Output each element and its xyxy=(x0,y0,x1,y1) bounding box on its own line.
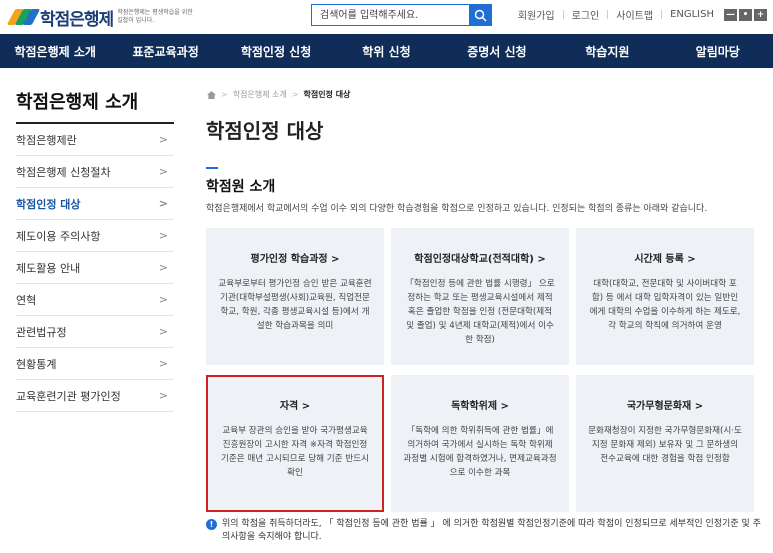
notice-text: 위의 학점을 취득하더라도, 「 학점인정 등에 관한 법률 」 에 의거한 학… xyxy=(222,519,761,542)
side-nav-item-label: 학점인정 대상 xyxy=(16,197,81,211)
chevron-right-icon: > xyxy=(158,357,168,370)
side-nav-item-regulations[interactable]: 관련법규정 > xyxy=(16,316,174,348)
divider xyxy=(607,10,609,19)
card-title: 평가인정 학습과정 > xyxy=(250,254,340,265)
home-icon[interactable] xyxy=(207,90,216,99)
section-description: 학점은행제에서 학교에서의 수업 이수 외의 다양한 학습경험을 학점으로 인정… xyxy=(206,204,708,214)
search-box xyxy=(311,4,492,26)
side-nav-item-cautions[interactable]: 제도이용 주의사항 > xyxy=(16,220,174,252)
card-evaluated-course[interactable]: 평가인정 학습과정 > 교육부로부터 평가인정 승인 받은 교육훈련기관(대학부… xyxy=(206,228,384,365)
side-navigation: 학점은행제 소개 학점은행제란 > 학점은행제 신청절차 > 학점인정 대상 > 제도… xyxy=(16,88,174,412)
card-body: 교육부 장관의 승인을 받아 국가평생교육진흥원장이 고시한 자격 ※자격 학점… xyxy=(220,426,370,478)
card-part-time-registration[interactable]: 시간제 등록 > 대학(대학교, 전문대학 및 사이버대학 포함) 등 에서 대… xyxy=(576,228,754,365)
nav-item-learning-support[interactable]: 학습지원 xyxy=(552,34,662,68)
side-nav-item-label: 학점은행제 신청절차 xyxy=(16,165,111,179)
main-navigation: 학점은행제 소개 표준교육과정 학점인정 신청 학위 신청 증명서 신청 학습지… xyxy=(0,34,773,68)
site-logo[interactable]: 학점은행제 학점은행제는 평생학습을 위한 길잡이 입니다. xyxy=(6,5,199,30)
search-button[interactable] xyxy=(469,5,491,25)
divider xyxy=(562,10,564,19)
breadcrumb-item[interactable]: 학점은행제 소개 xyxy=(233,89,287,100)
card-title: 시간제 등록 > xyxy=(634,254,696,265)
chevron-right-icon: > xyxy=(158,261,168,274)
font-size-controls: — • + xyxy=(722,8,767,21)
side-nav-item-label: 학점은행제란 xyxy=(16,133,77,147)
font-decrease-button[interactable]: — xyxy=(724,8,737,21)
side-nav-item-procedure[interactable]: 학점은행제 신청절차 > xyxy=(16,156,174,188)
side-nav-item-label: 제도활용 안내 xyxy=(16,261,81,275)
card-body: 대학(대학교, 전문대학 및 사이버대학 포함) 등 에서 대학 입학자격이 있… xyxy=(589,279,741,331)
chevron-right-icon: > xyxy=(291,90,299,99)
search-icon xyxy=(474,9,487,22)
card-previous-school[interactable]: 학점인정대상학교(전적대학) > 「학점인정 등에 관한 법률 시행령」 으로 … xyxy=(391,228,569,365)
font-reset-button[interactable]: • xyxy=(739,8,752,21)
section-title: 학점원 소개 xyxy=(206,179,276,195)
side-nav-item-label: 교육훈련기관 평가인정 xyxy=(16,389,121,403)
login-link[interactable]: 로그인 xyxy=(572,7,600,22)
side-nav-item-history[interactable]: 연혁 > xyxy=(16,284,174,316)
divider xyxy=(661,10,663,19)
nav-item-notices[interactable]: 알림마당 xyxy=(663,34,773,68)
card-certificate[interactable]: 자격 > 교육부 장관의 승인을 받아 국가평생교육진흥원장이 고시한 자격 ※… xyxy=(206,375,384,512)
side-nav-item-label: 제도이용 주의사항 xyxy=(16,229,101,243)
signup-link[interactable]: 회원가입 xyxy=(518,7,555,22)
side-nav-item-usage-guide[interactable]: 제도활용 안내 > xyxy=(16,252,174,284)
breadcrumb-current: 학점인정 대상 xyxy=(303,90,351,99)
nav-item-standard-curriculum[interactable]: 표준교육과정 xyxy=(110,34,220,68)
card-title: 독학학위제 > xyxy=(451,401,509,412)
chevron-right-icon: > xyxy=(158,229,168,242)
chevron-right-icon: > xyxy=(221,90,228,99)
page-title: 학점인정 대상 xyxy=(206,119,324,143)
side-nav-item-credit-target[interactable]: 학점인정 대상 > xyxy=(16,188,174,220)
side-nav-item-statistics[interactable]: 현황통계 > xyxy=(16,348,174,380)
nav-item-credit-application[interactable]: 학점인정 신청 xyxy=(221,34,331,68)
card-body: 문화재청장이 지정한 국가무형문화재(시·도지정 문화재 제외) 보유자 및 그… xyxy=(588,426,742,464)
sitemap-link[interactable]: 사이트맵 xyxy=(616,7,653,22)
nav-item-certificate[interactable]: 증명서 신청 xyxy=(442,34,552,68)
logo-mark-icon xyxy=(6,8,41,26)
card-title: 학점인정대상학교(전적대학) > xyxy=(414,254,546,265)
card-self-study-degree[interactable]: 독학학위제 > 「독학에 의한 학위취득에 관한 법률」에 의거하여 국가에서 … xyxy=(391,375,569,512)
chevron-right-icon: > xyxy=(158,165,168,178)
card-body: 「학점인정 등에 관한 법률 시행령」 으로 정하는 학교 또는 평생교육시설에… xyxy=(405,279,555,345)
side-nav-item-label: 연혁 xyxy=(16,293,37,307)
chevron-right-icon: > xyxy=(158,325,168,338)
chevron-right-icon: > xyxy=(158,133,168,146)
nav-item-degree-application[interactable]: 학위 신청 xyxy=(331,34,441,68)
info-icon: ! xyxy=(206,519,217,530)
utility-menu: 회원가입 로그인 사이트맵 ENGLISH — • + xyxy=(518,7,767,22)
chevron-right-icon: > xyxy=(158,197,168,210)
top-bar: 학점은행제 학점은행제는 평생학습을 위한 길잡이 입니다. 회원가입 로그인 … xyxy=(0,0,773,34)
chevron-right-icon: > xyxy=(158,293,168,306)
chevron-right-icon: > xyxy=(158,389,168,402)
card-title: 자격 > xyxy=(279,401,311,412)
card-body: 교육부로부터 평가인정 승인 받은 교육훈련기관(대학부설평생(사회)교육원, … xyxy=(218,279,372,331)
logo-subtitle: 학점은행제는 평생학습을 위한 길잡이 입니다. xyxy=(117,9,193,24)
breadcrumb: > 학점은행제 소개 > 학점인정 대상 xyxy=(207,89,350,100)
side-nav-item-label: 현황통계 xyxy=(16,357,57,371)
side-nav-title: 학점은행제 소개 xyxy=(16,88,174,124)
card-intangible-heritage[interactable]: 국가무형문화재 > 문화재청장이 지정한 국가무형문화재(시·도지정 문화재 제… xyxy=(576,375,754,512)
side-nav-item-institution-evaluation[interactable]: 교육훈련기관 평가인정 > xyxy=(16,380,174,412)
font-increase-button[interactable]: + xyxy=(754,8,767,21)
nav-item-intro[interactable]: 학점은행제 소개 xyxy=(0,34,110,68)
logo-text: 학점은행제 xyxy=(40,9,114,30)
card-body: 「독학에 의한 학위취득에 관한 법률」에 의거하여 국가에서 실시하는 독학 … xyxy=(403,426,557,478)
card-title: 국가무형문화재 > xyxy=(626,401,704,412)
english-link[interactable]: ENGLISH xyxy=(670,9,714,20)
section-accent-bar xyxy=(206,167,218,169)
notice: ! 위의 학점을 취득하더라도, 「 학점인정 등에 관한 법률 」 에 의거한… xyxy=(206,518,766,544)
side-nav-item-label: 관련법규정 xyxy=(16,325,67,339)
search-input[interactable] xyxy=(312,5,469,25)
side-nav-item-about[interactable]: 학점은행제란 > xyxy=(16,124,174,156)
